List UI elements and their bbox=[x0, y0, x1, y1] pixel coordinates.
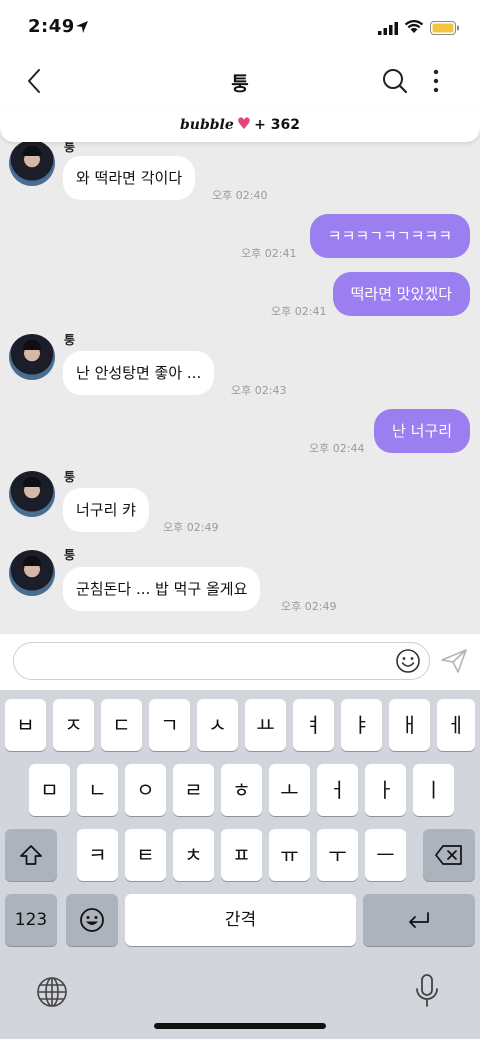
key[interactable]: ㅓ bbox=[317, 764, 358, 816]
key[interactable]: ㅛ bbox=[245, 699, 286, 751]
home-indicator[interactable] bbox=[154, 1023, 326, 1029]
key[interactable]: ㅏ bbox=[365, 764, 406, 816]
microphone-icon[interactable] bbox=[414, 974, 440, 1012]
outgoing-message[interactable]: 난 너구리 bbox=[374, 409, 470, 453]
keyboard: ㅂ ㅈ ㄷ ㄱ ㅅ ㅛ ㅕ ㅑ ㅐ ㅔ ㅁ ㄴ ㅇ ㄹ ㅎ ㅗ ㅓ ㅏ ㅣ ㅋ … bbox=[0, 690, 480, 1039]
sender-name: 퉁 bbox=[64, 142, 76, 154]
avatar[interactable] bbox=[9, 471, 55, 517]
key[interactable]: ㄱ bbox=[149, 699, 190, 751]
battery-icon bbox=[430, 20, 460, 39]
emoji-key[interactable] bbox=[66, 894, 118, 946]
outgoing-message[interactable]: ㅋㅋㅋㄱㅋㄱㅋㅋㅋ bbox=[309, 214, 470, 258]
key[interactable]: ㅈ bbox=[53, 699, 94, 751]
message-input-bar bbox=[0, 634, 480, 690]
sender-name: 퉁 bbox=[64, 470, 76, 484]
incoming-message[interactable]: 너구리 캬 bbox=[63, 488, 149, 532]
message-time: 오후 02:43 bbox=[231, 384, 287, 397]
nav-bar: 퉁 bbox=[0, 56, 480, 108]
key[interactable]: ㅣ bbox=[413, 764, 454, 816]
key[interactable]: ㅂ bbox=[5, 699, 46, 751]
bubble-brand: bubble bbox=[180, 117, 234, 133]
message-time: 오후 02:49 bbox=[281, 600, 337, 613]
message-time: 오후 02:40 bbox=[212, 189, 268, 202]
status-time: 2:49 bbox=[28, 16, 75, 37]
key[interactable]: ㄷ bbox=[101, 699, 142, 751]
sender-name: 퉁 bbox=[64, 548, 76, 562]
send-icon[interactable] bbox=[440, 648, 468, 678]
message-time: 오후 02:44 bbox=[309, 442, 365, 455]
key[interactable]: ㅁ bbox=[29, 764, 70, 816]
message-time: 오후 02:41 bbox=[271, 305, 327, 318]
key[interactable]: ㅡ bbox=[365, 829, 406, 881]
chat-area[interactable]: 퉁 와 떡라면 각이다 오후 02:40 ㅋㅋㅋㄱㅋㄱㅋㅋㅋ 오후 02:41 … bbox=[0, 142, 480, 634]
message-time: 오후 02:49 bbox=[163, 521, 219, 534]
key[interactable]: ㅑ bbox=[341, 699, 382, 751]
return-key[interactable] bbox=[363, 894, 475, 946]
location-arrow-icon bbox=[75, 19, 89, 38]
outgoing-message[interactable]: 떡라면 맛있겠다 bbox=[332, 272, 470, 316]
bubble-count: + 362 bbox=[254, 117, 300, 133]
shift-key[interactable] bbox=[5, 829, 57, 881]
incoming-message[interactable]: 난 안성탕면 좋아 ... bbox=[63, 351, 215, 395]
key[interactable]: ㄴ bbox=[77, 764, 118, 816]
shift-icon bbox=[20, 845, 42, 865]
bubble-bar[interactable]: bubble ♥ + 362 bbox=[0, 108, 480, 142]
more-vertical-icon[interactable] bbox=[432, 68, 440, 98]
key[interactable]: ㅊ bbox=[173, 829, 214, 881]
avatar[interactable] bbox=[9, 550, 55, 596]
numbers-key[interactable]: 123 bbox=[5, 894, 57, 946]
key[interactable]: ㄹ bbox=[173, 764, 214, 816]
key[interactable]: ㅜ bbox=[317, 829, 358, 881]
sender-name: 퉁 bbox=[64, 333, 76, 347]
signal-bars-icon bbox=[378, 20, 398, 39]
key[interactable]: ㅕ bbox=[293, 699, 334, 751]
smiley-icon bbox=[80, 908, 104, 932]
return-icon bbox=[409, 912, 429, 928]
status-bar: 2:49 bbox=[0, 0, 480, 56]
message-input[interactable] bbox=[13, 642, 430, 680]
avatar[interactable] bbox=[9, 334, 55, 380]
delete-key[interactable] bbox=[423, 829, 475, 881]
key[interactable]: ㅠ bbox=[269, 829, 310, 881]
space-key[interactable]: 간격 bbox=[125, 894, 356, 946]
key[interactable]: ㅎ bbox=[221, 764, 262, 816]
globe-icon[interactable] bbox=[36, 976, 68, 1012]
key[interactable]: ㅌ bbox=[125, 829, 166, 881]
heart-icon: ♥ bbox=[236, 114, 252, 133]
message-time: 오후 02:41 bbox=[241, 247, 297, 260]
key[interactable]: ㅍ bbox=[221, 829, 262, 881]
incoming-message[interactable]: 와 떡라면 각이다 bbox=[63, 156, 196, 200]
key[interactable]: ㅅ bbox=[197, 699, 238, 751]
wifi-icon bbox=[404, 19, 424, 38]
avatar[interactable] bbox=[9, 142, 55, 186]
key[interactable]: ㅇ bbox=[125, 764, 166, 816]
key[interactable]: ㅗ bbox=[269, 764, 310, 816]
chat-title: 퉁 bbox=[231, 73, 249, 95]
key[interactable]: ㅋ bbox=[77, 829, 118, 881]
incoming-message[interactable]: 군침돈다 ... 밥 먹구 올게요 bbox=[63, 567, 261, 611]
key[interactable]: ㅐ bbox=[389, 699, 430, 751]
smiley-icon[interactable] bbox=[395, 648, 421, 678]
key[interactable]: ㅔ bbox=[437, 699, 475, 751]
backspace-icon bbox=[435, 845, 462, 865]
search-icon[interactable] bbox=[382, 68, 408, 98]
